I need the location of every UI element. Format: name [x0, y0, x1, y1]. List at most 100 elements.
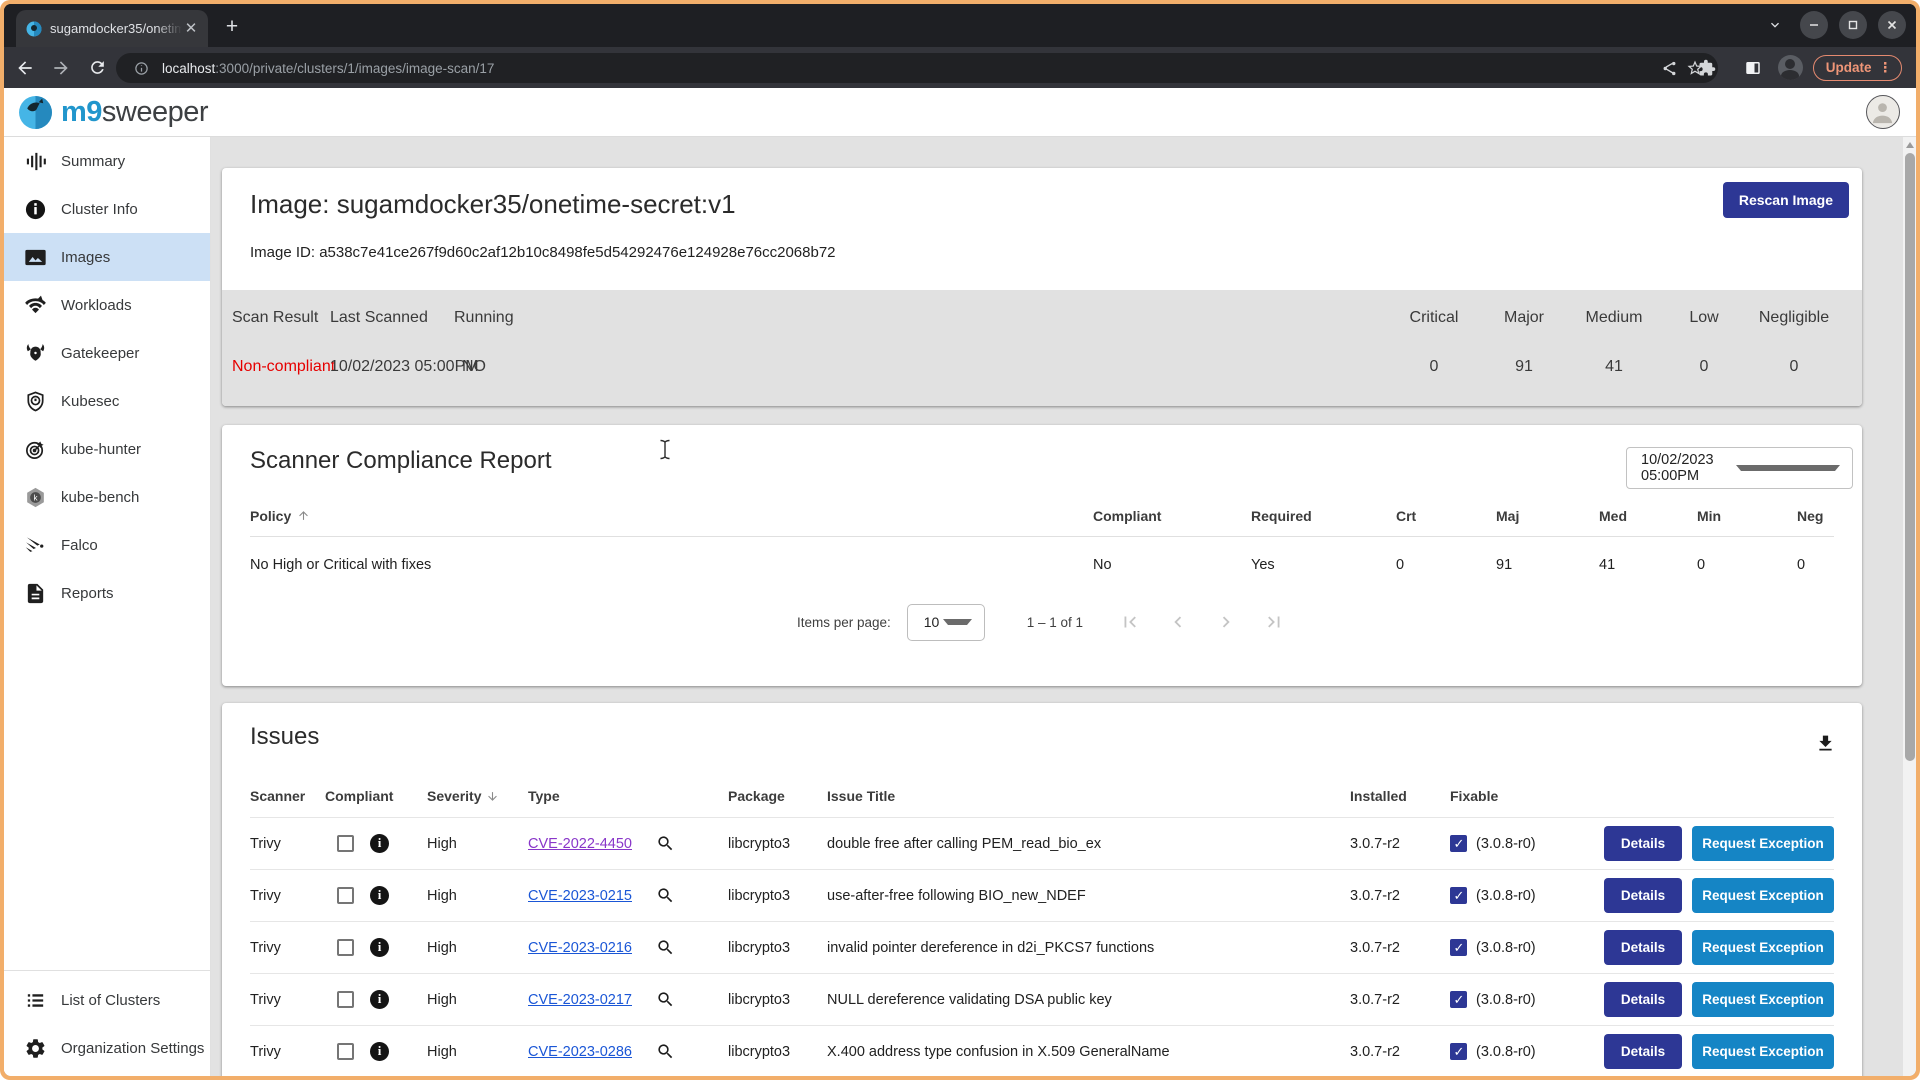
sidebar-item[interactable]: Organization Settings [4, 1024, 210, 1072]
cve-link[interactable]: CVE-2023-0217 [528, 992, 632, 1008]
details-button[interactable]: Details [1604, 878, 1682, 913]
details-button[interactable]: Details [1604, 826, 1682, 861]
first-page-icon[interactable] [1117, 609, 1143, 635]
sidebar-item[interactable]: Images [4, 233, 210, 281]
browser-tab[interactable]: sugamdocker35/onetime ✕ [16, 10, 208, 47]
previous-page-icon[interactable] [1165, 609, 1191, 635]
compliant-checkbox[interactable] [337, 939, 354, 956]
sidebar-item[interactable]: k kube-bench [4, 473, 210, 521]
scan-date-dropdown[interactable]: 10/02/2023 05:00PM [1626, 447, 1853, 489]
request-exception-button[interactable]: Request Exception [1692, 930, 1834, 965]
rescan-image-button[interactable]: Rescan Image [1723, 182, 1849, 218]
update-button[interactable]: Update ⋮ [1813, 55, 1902, 81]
search-icon[interactable] [656, 834, 675, 853]
sidebar-item[interactable]: Cluster Info [4, 185, 210, 233]
compliant-checkbox[interactable] [337, 887, 354, 904]
chevron-down-icon [1736, 465, 1841, 471]
compliant-header: Compliant [325, 788, 427, 804]
extensions-puzzle-icon[interactable] [1692, 53, 1722, 83]
scrollbar-up-arrow-icon[interactable] [1906, 142, 1914, 148]
running-header: Running [454, 309, 494, 327]
details-button[interactable]: Details [1604, 1034, 1682, 1069]
info-icon[interactable] [370, 1042, 389, 1061]
request-exception-button[interactable]: Request Exception [1692, 878, 1834, 913]
required-value: Yes [1251, 557, 1396, 573]
compliant-checkbox[interactable] [337, 991, 354, 1008]
search-icon[interactable] [656, 990, 675, 1009]
tab-close-icon[interactable]: ✕ [182, 20, 200, 38]
browser-profile-avatar[interactable] [1778, 55, 1803, 80]
issue-severity: High [427, 888, 528, 904]
fixable-version: (3.0.8-r0) [1476, 940, 1536, 956]
document-icon [22, 580, 48, 606]
next-page-icon[interactable] [1213, 609, 1239, 635]
download-icon[interactable] [1815, 733, 1836, 759]
last-scanned-header: Last Scanned [330, 309, 426, 327]
back-icon[interactable] [10, 53, 40, 83]
request-exception-button[interactable]: Request Exception [1692, 826, 1834, 861]
reload-icon[interactable] [82, 53, 112, 83]
sidebar-item[interactable]: Reports [4, 569, 210, 617]
info-icon[interactable] [370, 886, 389, 905]
medium-count: 41 [1569, 358, 1659, 376]
last-page-icon[interactable] [1261, 609, 1287, 635]
sidebar-item[interactable]: Summary [4, 137, 210, 185]
compliant-checkbox[interactable] [337, 1043, 354, 1060]
sidebar-item[interactable]: kube-hunter [4, 425, 210, 473]
user-avatar[interactable] [1866, 95, 1900, 129]
neg-value: 0 [1797, 557, 1834, 573]
sidebar-item[interactable]: Falco [4, 521, 210, 569]
sidebar-item[interactable]: Workloads [4, 281, 210, 329]
search-icon[interactable] [656, 938, 675, 957]
cve-link[interactable]: CVE-2022-4450 [528, 836, 632, 852]
tab-search-chevron-icon[interactable] [1761, 11, 1789, 39]
request-exception-button[interactable]: Request Exception [1692, 982, 1834, 1017]
major-count: 91 [1479, 358, 1569, 376]
m9sweeper-logo: m9sweeper [18, 95, 208, 130]
scrollbar-thumb[interactable] [1905, 153, 1915, 761]
info-icon[interactable] [370, 990, 389, 1009]
info-icon[interactable] [370, 938, 389, 957]
fixable-version: (3.0.8-r0) [1476, 836, 1536, 852]
compliant-checkbox[interactable] [337, 835, 354, 852]
page-scrollbar[interactable] [1903, 137, 1916, 1076]
search-icon[interactable] [656, 1042, 675, 1061]
page-size-select[interactable]: 10 [907, 604, 985, 641]
close-window-button[interactable] [1878, 11, 1906, 39]
gear-icon [22, 1035, 48, 1061]
url-text: localhost:3000/private/clusters/1/images… [162, 61, 1656, 76]
details-button[interactable]: Details [1604, 982, 1682, 1017]
list-icon [22, 987, 48, 1013]
side-panel-icon[interactable] [1738, 53, 1768, 83]
compliance-row: No High or Critical with fixes No Yes 0 … [250, 537, 1834, 593]
cve-link[interactable]: CVE-2023-0216 [528, 940, 632, 956]
browser-menu-kebab-icon[interactable]: ⋮ [1879, 61, 1893, 75]
sidebar-item[interactable]: Kubesec [4, 377, 210, 425]
url-bar[interactable]: localhost:3000/private/clusters/1/images… [116, 53, 1718, 83]
details-button[interactable]: Details [1604, 930, 1682, 965]
maximize-button[interactable] [1839, 11, 1867, 39]
sidebar-item[interactable]: List of Clusters [4, 976, 210, 1024]
info-icon[interactable] [370, 834, 389, 853]
issue-severity: High [427, 940, 528, 956]
critical-count: 0 [1389, 358, 1479, 376]
cve-link[interactable]: CVE-2023-0286 [528, 1044, 632, 1060]
request-exception-button[interactable]: Request Exception [1692, 1034, 1834, 1069]
policy-header[interactable]: Policy [250, 508, 1093, 524]
page-info-icon[interactable] [128, 55, 154, 81]
share-icon[interactable] [1656, 55, 1682, 81]
forward-icon[interactable] [46, 53, 76, 83]
sidebar-item[interactable]: Gatekeeper [4, 329, 210, 377]
minimize-button[interactable] [1800, 11, 1828, 39]
last-scanned-value: 10/02/2023 05:00PM [330, 358, 426, 376]
issue-title: use-after-free following BIO_new_NDEF [827, 888, 1350, 904]
severity-header[interactable]: Severity [427, 788, 528, 804]
items-per-page-label: Items per page: [797, 615, 891, 630]
cve-link[interactable]: CVE-2023-0215 [528, 888, 632, 904]
new-tab-button[interactable]: + [218, 14, 246, 42]
issue-title: double free after calling PEM_read_bio_e… [827, 836, 1350, 852]
search-icon[interactable] [656, 886, 675, 905]
fixable-version: (3.0.8-r0) [1476, 1044, 1536, 1060]
issue-row: Trivy High CVE-2023-0217 [250, 973, 1834, 1025]
sort-desc-icon [486, 790, 499, 803]
